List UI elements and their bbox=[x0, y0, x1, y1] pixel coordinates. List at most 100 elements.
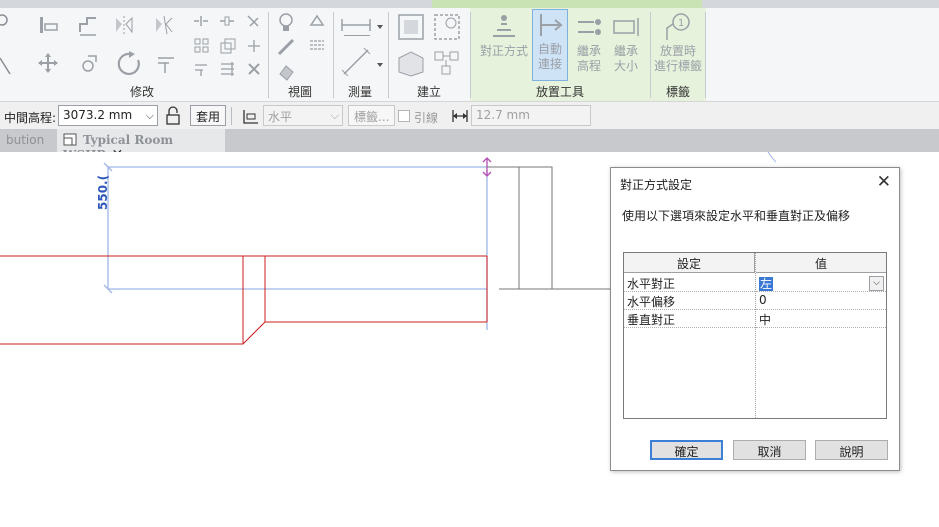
panel-label-placement-tools: 放置工具 bbox=[536, 85, 585, 99]
chevron-down-icon[interactable]: ⌵ bbox=[331, 109, 339, 123]
panel-separator bbox=[650, 12, 651, 98]
options-bar: 中間高程: 3073.2 mm ⌵ 套用 水平 ⌵ 標籤... 引線 12.7 … bbox=[0, 101, 939, 129]
chevron-down-icon[interactable]: ⌵ bbox=[869, 276, 884, 291]
inherit-size-label-2: 大小 bbox=[613, 59, 638, 73]
chevron-down-icon[interactable]: ⌵ bbox=[146, 109, 154, 123]
panel-separator bbox=[268, 12, 269, 98]
leader-label: 引線 bbox=[414, 111, 439, 125]
inherit-elevation-icon bbox=[574, 12, 604, 42]
pin-icon[interactable] bbox=[244, 12, 262, 30]
auto-connect-icon bbox=[535, 10, 565, 40]
grid-setting-horizontal-justification: 水平對正 bbox=[624, 274, 755, 292]
duct-red-geometry bbox=[0, 255, 488, 345]
inherit-elevation-label-2: 高程 bbox=[576, 59, 601, 73]
dialog-title: 對正方式設定 bbox=[620, 178, 693, 192]
tag-orientation-value: 水平 bbox=[268, 110, 293, 124]
auto-connect-label-2: 連接 bbox=[537, 57, 562, 71]
justification-settings-dialog: 對正方式設定 ✕ 使用以下選項來設定水平和垂直對正及偏移 設定 值 水平對正 左… bbox=[610, 167, 900, 471]
ok-button[interactable]: 確定 bbox=[650, 440, 723, 460]
auto-connect-button[interactable]: 自動 連接 bbox=[532, 9, 568, 81]
panel-separator bbox=[705, 12, 706, 98]
trim-multiple-icon[interactable] bbox=[219, 60, 237, 78]
view-tab-distribution[interactable]: bution bbox=[0, 129, 55, 152]
contextual-tab[interactable] bbox=[432, 0, 702, 8]
horizontal-justification-value: 左 bbox=[759, 277, 774, 291]
partial-icon[interactable] bbox=[0, 56, 12, 78]
dimension-text[interactable]: 550.( bbox=[96, 175, 110, 210]
dropdown-chevron-icon[interactable] bbox=[376, 58, 384, 67]
tag-on-placement-button[interactable]: 1 放置時 進行標籤 bbox=[652, 12, 704, 80]
create-group-icon[interactable] bbox=[432, 12, 462, 42]
cancel-button[interactable]: 取消 bbox=[733, 440, 806, 460]
grid-value-vertical-justification[interactable]: 中 bbox=[756, 310, 886, 328]
panel-label-view: 視圖 bbox=[288, 85, 313, 99]
rotate-icon[interactable] bbox=[116, 50, 144, 78]
leader-length-icon bbox=[451, 107, 469, 125]
split-icon[interactable] bbox=[192, 12, 210, 30]
justification-icon bbox=[489, 12, 519, 42]
create-similar-icon[interactable] bbox=[396, 12, 426, 42]
aligned-dimension-icon[interactable] bbox=[340, 46, 372, 78]
leader-length-field[interactable]: 12.7 mm bbox=[471, 105, 591, 126]
unpin-icon[interactable] bbox=[245, 37, 263, 55]
panel-separator bbox=[470, 12, 471, 98]
leader-checkbox[interactable] bbox=[398, 110, 410, 122]
line-styles-icon[interactable] bbox=[308, 36, 326, 54]
dropdown-chevron-icon[interactable] bbox=[376, 20, 384, 29]
grid-header-value: 值 bbox=[756, 253, 886, 273]
offset-icon[interactable] bbox=[77, 14, 99, 36]
inherit-elevation-label-1: 繼承 bbox=[576, 44, 601, 58]
panel-separator bbox=[388, 12, 389, 98]
view-tab-bar: bution Typical Room WSHP✕ bbox=[0, 129, 939, 163]
panel-label-create: 建立 bbox=[417, 85, 442, 99]
close-icon[interactable]: ✕ bbox=[877, 172, 891, 192]
inherit-size-button[interactable]: 繼承 大小 bbox=[608, 12, 644, 80]
partial-icon[interactable] bbox=[0, 14, 12, 36]
ribbon: 修改 視圖 測量 建立 對正方式 自動 連接 繼承 高程 繼承 大小 放置工具 … bbox=[0, 0, 939, 101]
tag-orientation-icon[interactable] bbox=[241, 106, 261, 126]
mirror-pick-axis-icon[interactable] bbox=[113, 14, 135, 36]
view-tab-active[interactable]: Typical Room WSHP✕ bbox=[57, 129, 225, 163]
help-button[interactable]: 說明 bbox=[815, 440, 888, 460]
array-icon[interactable] bbox=[193, 37, 211, 55]
tag-orientation-select[interactable]: 水平 ⌵ bbox=[263, 105, 343, 126]
grid-setting-horizontal-offset: 水平偏移 bbox=[624, 292, 755, 310]
ribbon-tab-strip bbox=[0, 0, 939, 8]
scale-icon[interactable] bbox=[219, 37, 237, 55]
options-separator bbox=[231, 107, 232, 125]
linework-icon[interactable] bbox=[276, 36, 298, 58]
panel-separator bbox=[333, 12, 334, 98]
plan-view-icon bbox=[63, 133, 77, 146]
panel-label-measure: 測量 bbox=[348, 85, 373, 99]
cutprofile-icon[interactable] bbox=[308, 12, 326, 30]
grid-header-setting: 設定 bbox=[624, 253, 755, 273]
trim-extend-icon[interactable] bbox=[155, 52, 177, 74]
middle-elevation-value: 3073.2 mm bbox=[63, 108, 133, 122]
panel-label-modify: 修改 bbox=[130, 85, 155, 99]
create-parts-icon[interactable] bbox=[396, 48, 426, 78]
create-assembly-icon[interactable] bbox=[432, 48, 462, 78]
inherit-elevation-button[interactable]: 繼承 高程 bbox=[572, 12, 606, 80]
justification-button[interactable]: 對正方式 bbox=[478, 12, 530, 80]
tag-on-placement-label-1: 放置時 bbox=[659, 44, 696, 58]
grid-setting-vertical-justification: 垂直對正 bbox=[624, 310, 755, 328]
lock-icon[interactable] bbox=[164, 106, 184, 126]
align-icon[interactable] bbox=[37, 14, 59, 36]
middle-elevation-label: 中間高程: bbox=[4, 111, 57, 125]
delete-icon[interactable] bbox=[245, 60, 263, 78]
mirror-draw-axis-icon[interactable] bbox=[153, 14, 175, 36]
panel-label-tag: 標籤 bbox=[666, 85, 691, 99]
grid-value-horizontal-offset[interactable]: 0 bbox=[756, 292, 886, 310]
measure-icon[interactable] bbox=[340, 14, 374, 37]
apply-button[interactable]: 套用 bbox=[190, 105, 227, 126]
tag-type-button[interactable]: 標籤... bbox=[348, 105, 396, 126]
paint-icon[interactable] bbox=[276, 60, 298, 82]
split-with-gap-icon[interactable] bbox=[218, 12, 236, 30]
grid-value-horizontal-justification[interactable]: 左 ⌵ bbox=[756, 274, 886, 292]
copy-icon[interactable] bbox=[80, 52, 102, 74]
svg-text:1: 1 bbox=[678, 18, 684, 29]
bulb-icon[interactable] bbox=[276, 12, 298, 34]
trim-single-icon[interactable] bbox=[193, 60, 211, 78]
move-icon[interactable] bbox=[37, 52, 59, 74]
middle-elevation-combobox[interactable]: 3073.2 mm ⌵ bbox=[58, 105, 158, 126]
